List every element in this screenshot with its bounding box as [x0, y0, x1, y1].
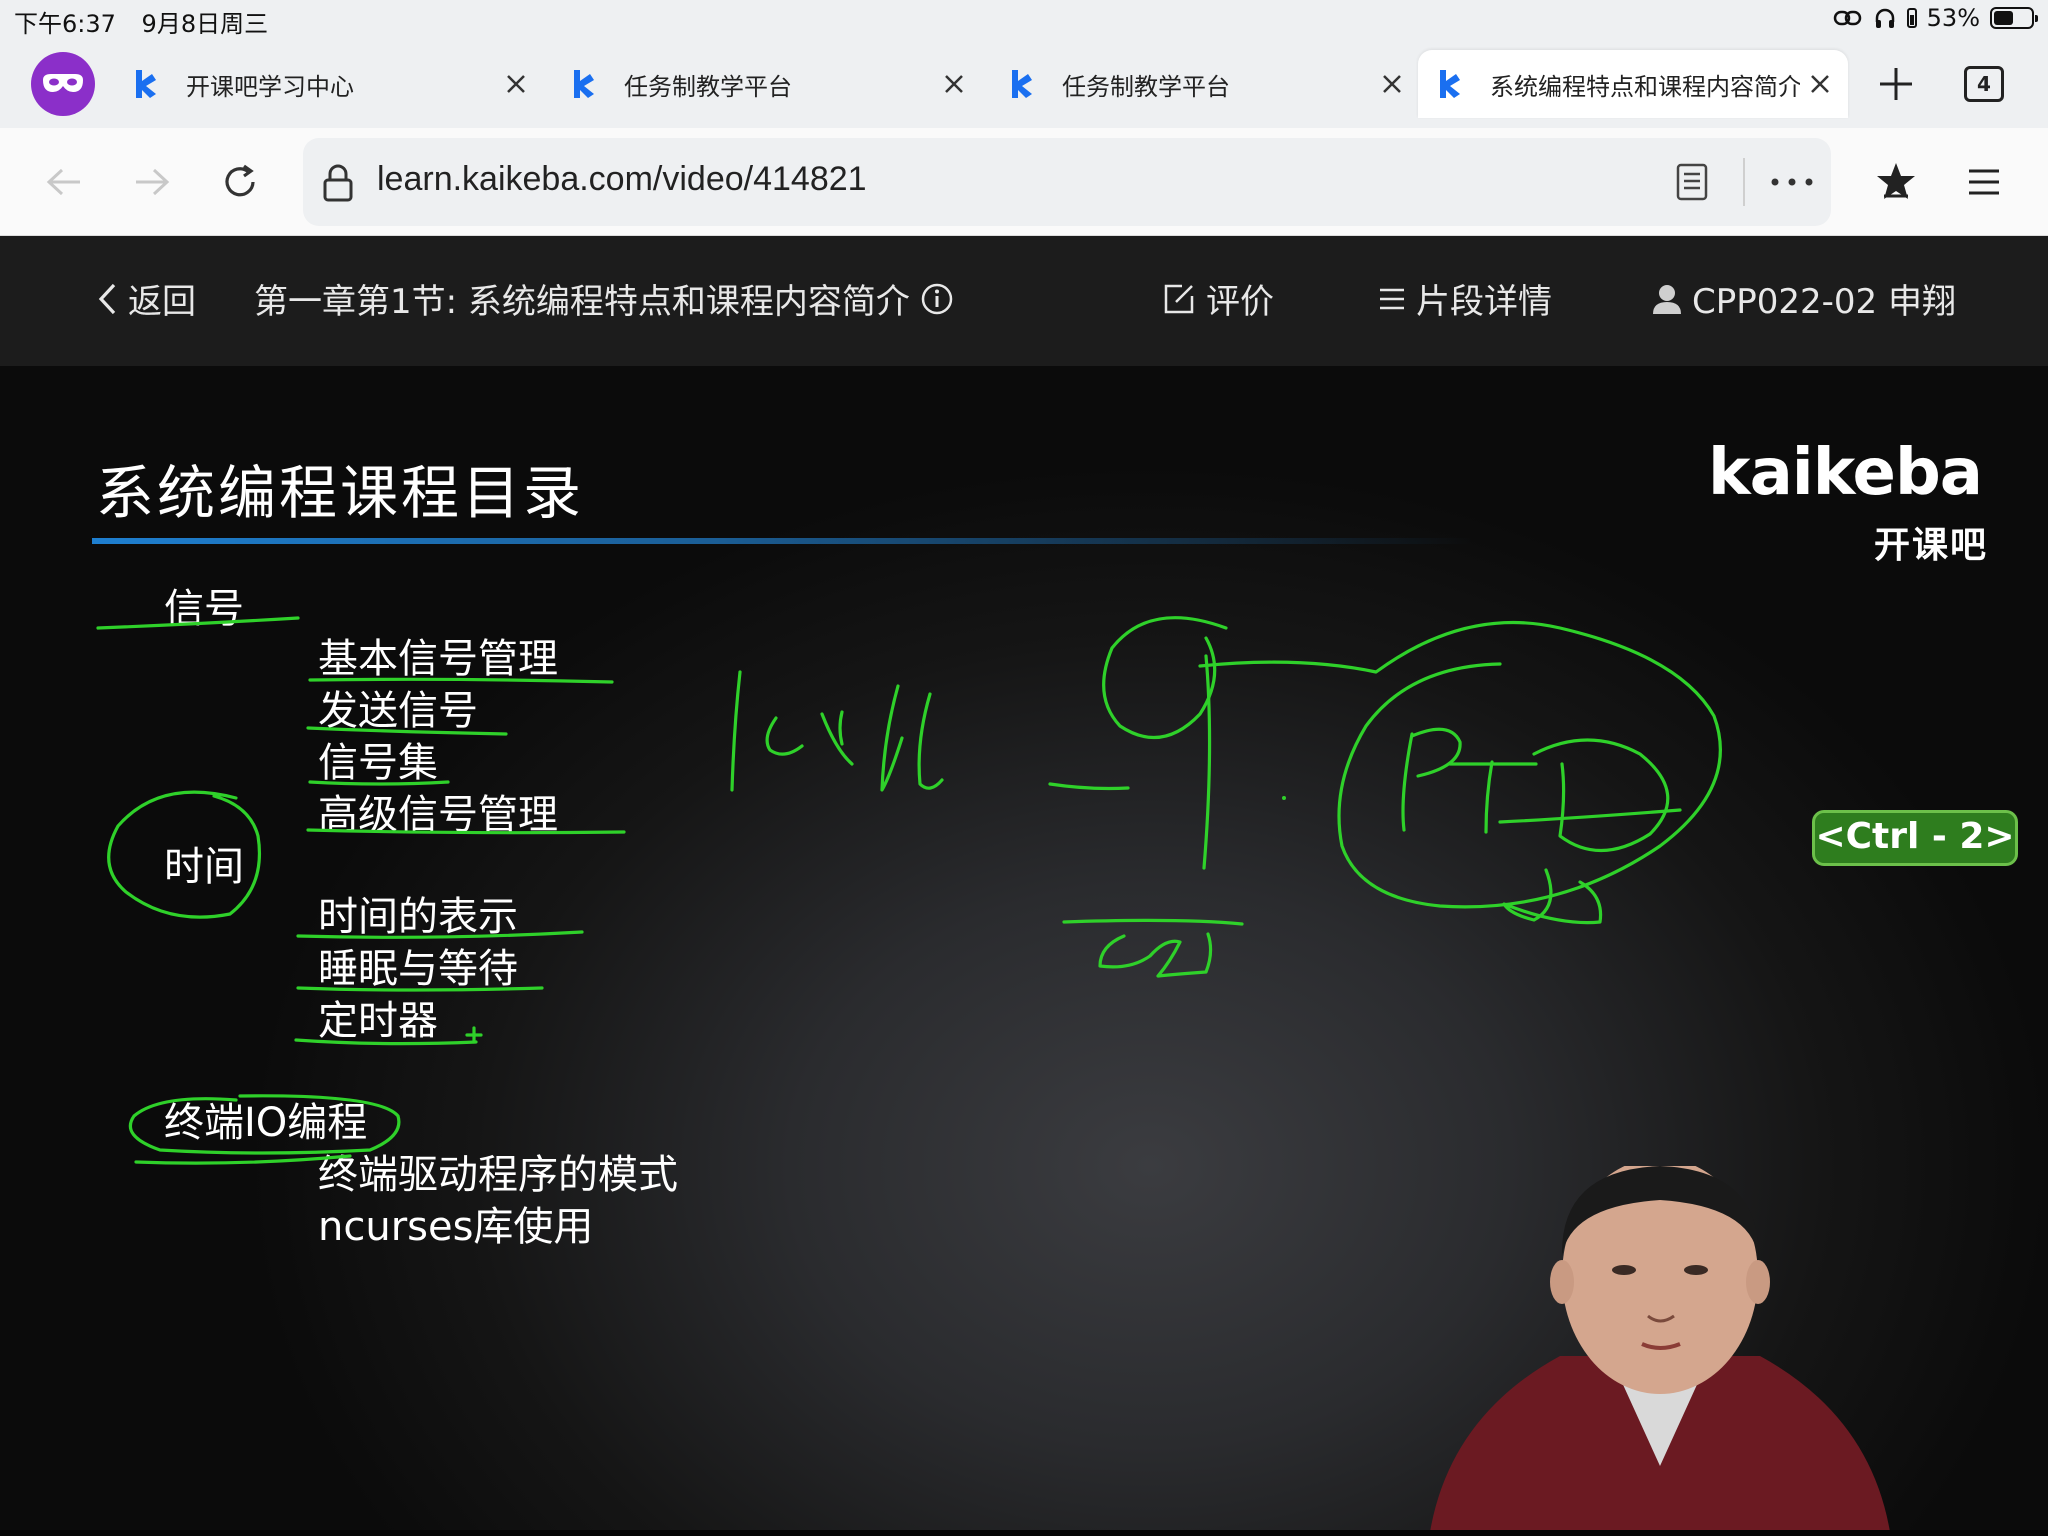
profile-avatar[interactable] — [31, 52, 95, 116]
arrow-left-icon — [46, 168, 80, 196]
battery-percent: 53% — [1926, 4, 1980, 32]
tab-4-active[interactable]: 系统编程特点和课程内容简介 — [1418, 50, 1848, 118]
lesson-title-text: 第一章第1节: 系统编程特点和课程内容简介 — [254, 282, 910, 322]
reader-mode-icon[interactable] — [1675, 162, 1709, 202]
status-time: 下午6:37 — [14, 10, 116, 38]
url-text[interactable]: learn.kaikeba.com/video/414821 — [377, 160, 867, 199]
video-player[interactable]: 系统编程课程目录 kaikeba 开课吧 信号 基本信号管理 发送信号 信号集 … — [0, 366, 2048, 1532]
tab-bar: 开课吧学习中心 任务制教学平台 任务制教学平台 系统编程特点和课程内容简介 4 — [0, 40, 2048, 128]
lesson-title: 第一章第1节: 系统编程特点和课程内容简介 — [254, 274, 954, 323]
star-icon — [1877, 163, 1915, 199]
presenter-video — [1430, 1166, 1890, 1532]
chevron-left-icon — [98, 283, 116, 314]
favorites-button[interactable] — [1872, 158, 1920, 206]
info-icon[interactable] — [920, 282, 954, 316]
kaikeba-tab-icon — [1012, 70, 1032, 98]
user-info: CPP022-02 申翔 — [1652, 274, 1956, 323]
close-tab-icon[interactable] — [496, 64, 536, 104]
back-button[interactable] — [40, 158, 88, 206]
back-label: 返回 — [128, 282, 196, 322]
hamburger-icon — [1969, 169, 1999, 195]
tab-1[interactable]: 开课吧学习中心 — [114, 50, 544, 118]
lock-icon — [323, 164, 353, 202]
reload-icon — [225, 164, 255, 197]
address-divider — [1743, 158, 1745, 206]
tab-title: 开课吧学习中心 — [186, 72, 354, 101]
tab-count-button[interactable]: 4 — [1964, 66, 2004, 102]
forward-button[interactable] — [128, 158, 176, 206]
address-bar[interactable]: learn.kaikeba.com/video/414821 — [303, 138, 1831, 226]
tab-title: 任务制教学平台 — [624, 72, 792, 101]
mask-icon — [43, 74, 83, 92]
status-bar: 下午6:37 9月8日周三 53% — [0, 0, 2048, 40]
rate-label: 评价 — [1206, 282, 1274, 322]
rate-button[interactable]: 评价 — [1162, 274, 1274, 323]
new-tab-button[interactable] — [1874, 62, 1918, 106]
link-icon — [1833, 10, 1861, 26]
bottom-edge — [0, 1530, 2048, 1536]
segments-label: 片段详情 — [1416, 282, 1552, 322]
arrow-right-icon — [136, 168, 170, 196]
tab-2[interactable]: 任务制教学平台 — [552, 50, 982, 118]
reload-button[interactable] — [216, 158, 264, 206]
battery-icon — [1990, 7, 2038, 29]
kaikeba-tab-icon — [1440, 70, 1460, 98]
close-tab-icon[interactable] — [1800, 64, 1840, 104]
segments-button[interactable]: 片段详情 — [1378, 274, 1552, 323]
user-name: CPP022-02 申翔 — [1692, 282, 1956, 322]
tab-3[interactable]: 任务制教学平台 — [990, 50, 1420, 118]
kaikeba-tab-icon — [136, 70, 156, 98]
status-date: 9月8日周三 — [141, 10, 269, 38]
video-header: 返回 第一章第1节: 系统编程特点和课程内容简介 评价 片段详情 CPP022-… — [0, 236, 2048, 366]
menu-button[interactable] — [1960, 158, 2008, 206]
tab-title: 任务制教学平台 — [1062, 72, 1230, 101]
kaikeba-tab-icon — [574, 70, 594, 98]
edit-icon — [1164, 284, 1194, 313]
user-icon — [1653, 284, 1681, 314]
battery-small-icon — [1906, 8, 1917, 28]
close-tab-icon[interactable] — [1372, 64, 1412, 104]
navigation-bar: learn.kaikeba.com/video/414821 — [0, 128, 2048, 236]
shortcut-badge: <Ctrl - 2> — [1812, 810, 2018, 866]
more-options-icon[interactable] — [1765, 160, 1819, 204]
back-link[interactable]: 返回 — [96, 274, 196, 323]
tab-title: 系统编程特点和课程内容简介 — [1490, 72, 1800, 101]
list-icon — [1380, 288, 1404, 309]
headphones-icon — [1875, 8, 1894, 28]
close-tab-icon[interactable] — [934, 64, 974, 104]
